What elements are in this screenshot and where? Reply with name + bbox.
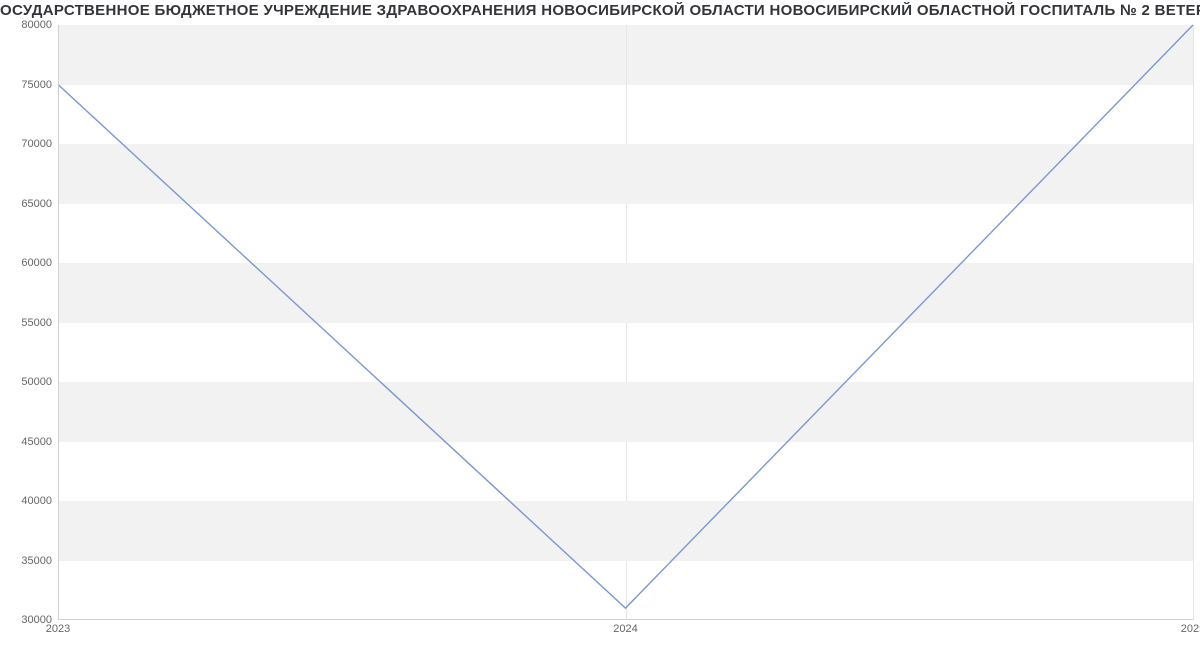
grid-line-vertical: [1193, 25, 1194, 620]
y-tick-label: 40000: [2, 495, 52, 507]
x-tick-label: 2025: [1181, 623, 1200, 635]
y-tick-label: 45000: [2, 436, 52, 448]
y-axis-line: [58, 25, 59, 620]
y-tick-label: 50000: [2, 376, 52, 388]
y-tick-label: 30000: [2, 614, 52, 626]
y-tick-label: 60000: [2, 257, 52, 269]
y-tick-label: 70000: [2, 138, 52, 150]
x-tick-label: 2023: [46, 623, 70, 635]
x-tick-label: 2024: [613, 623, 637, 635]
y-tick-label: 75000: [2, 79, 52, 91]
y-tick-label: 55000: [2, 317, 52, 329]
series-line: [58, 25, 1193, 608]
y-tick-label: 65000: [2, 198, 52, 210]
chart-title: ОСУДАРСТВЕННОЕ БЮДЖЕТНОЕ УЧРЕЖДЕНИЕ ЗДРА…: [0, 2, 1200, 19]
x-axis-line: [58, 619, 1193, 620]
line-series-svg: [58, 25, 1193, 620]
chart-container: ОСУДАРСТВЕННОЕ БЮДЖЕТНОЕ УЧРЕЖДЕНИЕ ЗДРА…: [0, 0, 1200, 650]
y-tick-label: 80000: [2, 19, 52, 31]
plot-area: [58, 25, 1193, 620]
y-tick-label: 35000: [2, 555, 52, 567]
